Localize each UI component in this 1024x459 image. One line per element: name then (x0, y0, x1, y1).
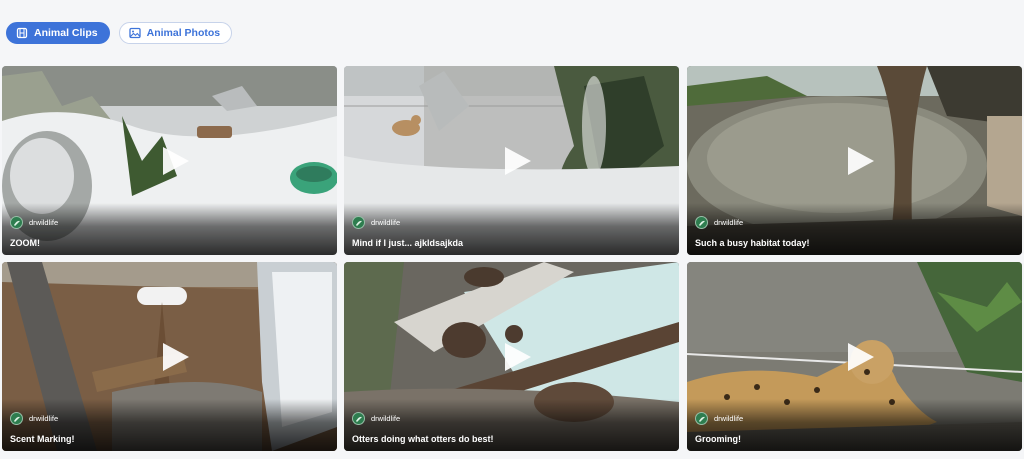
play-icon[interactable] (503, 145, 533, 177)
avatar (10, 412, 23, 425)
play-icon[interactable] (846, 145, 876, 177)
clip-card[interactable]: drwildlife Otters doing what otters do b… (344, 262, 679, 451)
author-name: drwildlife (714, 218, 744, 227)
play-icon[interactable] (503, 341, 533, 373)
clip-title: Grooming! (695, 434, 741, 444)
clip-card[interactable]: drwildlife ZOOM! (2, 66, 337, 255)
clip-card[interactable]: drwildlife Mind if I just... ajkldsajkda (344, 66, 679, 255)
film-icon (16, 27, 28, 39)
tab-animal-clips[interactable]: Animal Clips (6, 22, 110, 44)
clip-author: drwildlife (352, 412, 400, 425)
clip-author: drwildlife (695, 216, 743, 229)
clip-title: ZOOM! (10, 238, 40, 248)
clips-grid: drwildlife ZOOM! drwildlife Mind if I ju… (2, 66, 1022, 451)
tab-animal-photos-label: Animal Photos (146, 27, 221, 39)
author-name: drwildlife (714, 414, 744, 423)
avatar (695, 412, 708, 425)
clip-card[interactable]: drwildlife Grooming! (687, 262, 1022, 451)
avatar (695, 216, 708, 229)
clip-author: drwildlife (695, 412, 743, 425)
clip-title: Such a busy habitat today! (695, 238, 810, 248)
image-icon (128, 27, 141, 39)
clip-author: drwildlife (352, 216, 400, 229)
clip-card[interactable]: drwildlife Such a busy habitat today! (687, 66, 1022, 255)
author-name: drwildlife (371, 218, 401, 227)
author-name: drwildlife (29, 218, 59, 227)
tab-animal-clips-label: Animal Clips (34, 27, 98, 39)
clip-author: drwildlife (10, 412, 58, 425)
author-name: drwildlife (371, 414, 401, 423)
avatar (10, 216, 23, 229)
author-name: drwildlife (29, 414, 59, 423)
avatar (352, 216, 365, 229)
play-icon[interactable] (161, 341, 191, 373)
clip-title: Scent Marking! (10, 434, 75, 444)
media-tabs: Animal Clips Animal Photos (6, 22, 233, 44)
avatar (352, 412, 365, 425)
caption-shade (2, 203, 337, 255)
play-icon[interactable] (161, 145, 191, 177)
play-icon[interactable] (846, 341, 876, 373)
clip-title: Otters doing what otters do best! (352, 434, 494, 444)
page: Animal Clips Animal Photos drwildlife ZO… (0, 0, 1024, 459)
clip-author: drwildlife (10, 216, 58, 229)
tab-animal-photos[interactable]: Animal Photos (118, 22, 233, 44)
clip-card[interactable]: drwildlife Scent Marking! (2, 262, 337, 451)
clip-title: Mind if I just... ajkldsajkda (352, 238, 464, 248)
